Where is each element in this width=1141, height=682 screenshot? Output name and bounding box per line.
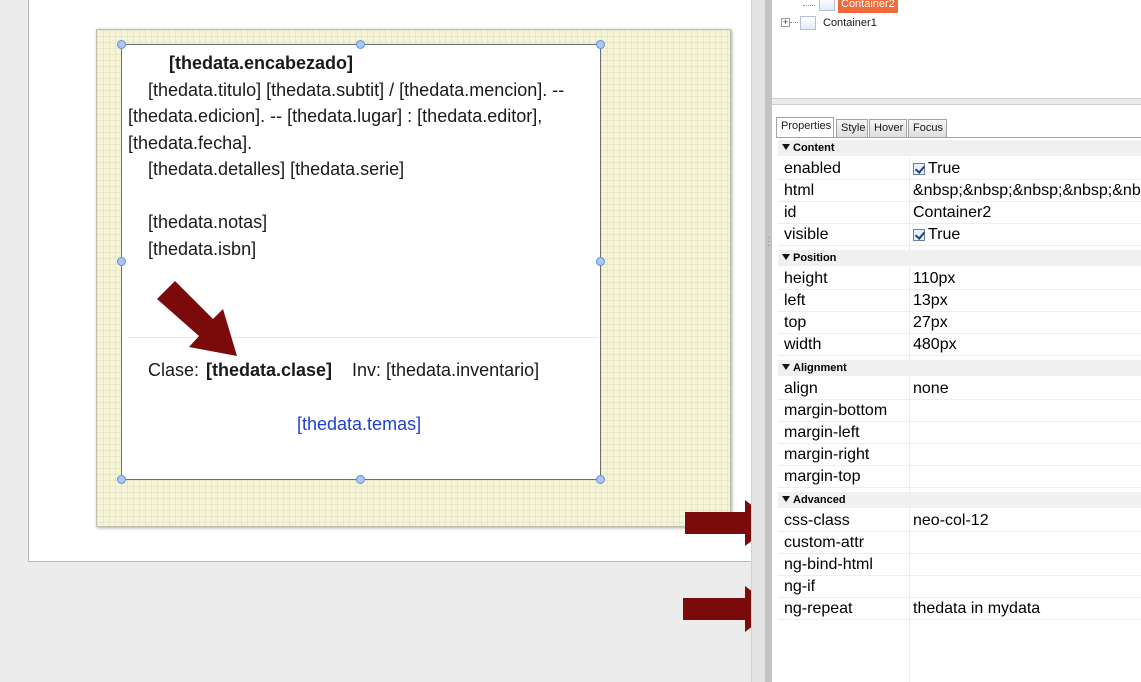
property-row-top[interactable]: top 27px [778, 312, 1141, 334]
property-row-height[interactable]: height 110px [778, 268, 1141, 290]
collapse-icon[interactable] [782, 496, 790, 502]
notas-line: [thedata.notas] [148, 212, 268, 232]
container-icon [800, 16, 816, 30]
checkbox-checked-icon[interactable] [913, 163, 925, 175]
checkbox-checked-icon[interactable] [913, 229, 925, 241]
property-row-custom-attr[interactable]: custom-attr [778, 532, 1141, 554]
selected-container[interactable]: [thedata.encabezado] [thedata.titulo] [t… [121, 44, 601, 480]
tree-connector [790, 22, 798, 23]
tab-hover[interactable]: Hover [869, 119, 907, 138]
resize-handle-ne[interactable] [596, 40, 605, 49]
property-row-width[interactable]: width 480px [778, 334, 1141, 356]
property-row-ng-repeat[interactable]: ng-repeat thedata in mydata [778, 598, 1141, 620]
encabezado-text: [thedata.encabezado] [169, 53, 354, 73]
property-row-margin-bottom[interactable]: margin-bottom [778, 400, 1141, 422]
grip-icon[interactable]: · · · [766, 233, 771, 251]
tab-underline [776, 137, 1141, 138]
section-content[interactable]: Content [778, 140, 1141, 156]
clase-label: Clase: [148, 360, 200, 380]
titulo-line: [thedata.titulo] [thedata.subtit] / [the… [148, 80, 565, 100]
tab-style[interactable]: Style [836, 119, 868, 138]
expand-icon[interactable]: + [781, 18, 790, 27]
collapse-icon[interactable] [782, 364, 790, 370]
resize-handle-se[interactable] [596, 475, 605, 484]
inventario-text: Inv: [thedata.inventario] [352, 360, 540, 380]
isbn-line: [thedata.isbn] [148, 239, 257, 259]
property-row-css-class[interactable]: css-class neo-col-12 [778, 510, 1141, 532]
collapse-icon[interactable] [782, 254, 790, 260]
property-row-html[interactable]: html &nbsp;&nbsp;&nbsp;&nbsp;&nbsp;&nbsp… [778, 180, 1141, 202]
property-row-margin-top[interactable]: margin-top [778, 466, 1141, 488]
property-row-left[interactable]: left 13px [778, 290, 1141, 312]
container-icon [819, 0, 835, 11]
tab-focus[interactable]: Focus [908, 119, 947, 138]
collapse-icon[interactable] [782, 144, 790, 150]
panel-divider[interactable] [765, 0, 772, 682]
fecha-line: [thedata.fecha]. [128, 133, 253, 153]
tab-properties[interactable]: Properties [776, 117, 834, 138]
resize-handle-sw[interactable] [117, 475, 126, 484]
property-row-visible[interactable]: visible True [778, 224, 1141, 246]
section-alignment[interactable]: Alignment [778, 360, 1141, 376]
annotation-arrow-diagonal-icon [157, 281, 239, 357]
tree-connector [803, 5, 815, 6]
property-row-enabled[interactable]: enabled True [778, 158, 1141, 180]
resize-handle-nw[interactable] [117, 40, 126, 49]
detalles-line: [thedata.detalles] [thedata.serie] [148, 159, 405, 179]
resize-handle-s[interactable] [356, 475, 365, 484]
section-advanced[interactable]: Advanced [778, 492, 1141, 508]
tree-item-container2[interactable]: Container2 [838, 0, 898, 13]
tree-item-container1[interactable]: Container1 [823, 17, 877, 29]
property-row-ng-bind-html[interactable]: ng-bind-html [778, 554, 1141, 576]
clase-value: [thedata.clase] [206, 360, 333, 380]
property-row-align[interactable]: align none [778, 378, 1141, 400]
property-row-margin-left[interactable]: margin-left [778, 422, 1141, 444]
section-position[interactable]: Position [778, 250, 1141, 266]
resize-handle-w[interactable] [117, 257, 126, 266]
component-tree: Container2 + Container1 [772, 0, 1141, 99]
temas-text: [thedata.temas] [297, 414, 422, 434]
edicion-line: [thedata.edicion]. -- [thedata.lugar] : … [128, 106, 543, 126]
property-row-margin-right[interactable]: margin-right [778, 444, 1141, 466]
property-row-ng-if[interactable]: ng-if [778, 576, 1141, 598]
property-row-id[interactable]: id Container2 [778, 202, 1141, 224]
panel-splitter[interactable] [751, 0, 765, 682]
resize-handle-e[interactable] [596, 257, 605, 266]
resize-handle-n[interactable] [356, 40, 365, 49]
